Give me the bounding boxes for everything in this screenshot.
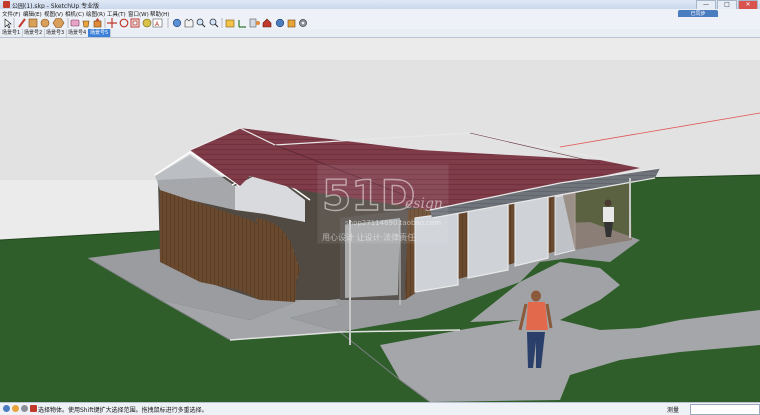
push-pull-icon[interactable]	[93, 18, 102, 28]
move-icon[interactable]	[107, 18, 117, 28]
share-component-icon[interactable]	[287, 19, 296, 28]
component-icon[interactable]	[225, 19, 235, 28]
measure-input[interactable]	[690, 404, 760, 415]
menu-bar: 文件(F) 编辑(E) 视图(V) 相机(C) 绘图(R) 工具(T) 窗口(W…	[0, 9, 760, 18]
help-icon[interactable]	[30, 405, 37, 412]
model-viewport[interactable]: 51D esign shop27114690.taobao.com 用心设计 让…	[0, 38, 760, 402]
watermark: 51D esign shop27114690.taobao.com 用心设计 让…	[317, 164, 449, 244]
orbit-icon[interactable]	[172, 18, 182, 28]
user-icon[interactable]	[21, 405, 28, 412]
geo-location-icon[interactable]	[3, 405, 10, 412]
eraser-icon[interactable]	[70, 19, 80, 27]
circle-icon[interactable]	[40, 18, 50, 28]
scene-tabs: 场景号1 场景号2 场景号3 场景号4 场景号5	[0, 29, 760, 38]
tab-scene-2[interactable]: 场景号2	[22, 29, 46, 37]
paint-bucket-icon[interactable]	[82, 20, 90, 28]
pencil-icon[interactable]	[18, 18, 26, 28]
extension-icon[interactable]	[275, 18, 285, 28]
polygon-icon[interactable]	[52, 18, 65, 28]
warehouse-icon[interactable]	[262, 18, 272, 28]
settings-gear-icon[interactable]	[299, 19, 307, 27]
watermark-text: 用心设计 让设计·法律责任	[322, 232, 415, 242]
tab-scene-5[interactable]: 场景号5	[88, 29, 112, 37]
pan-icon[interactable]	[184, 18, 194, 28]
section-plane-icon[interactable]	[249, 18, 260, 28]
zoom-icon[interactable]	[196, 18, 206, 28]
tape-measure-icon[interactable]	[142, 18, 152, 28]
credits-icon[interactable]	[12, 405, 19, 412]
sketchup-logo-icon	[3, 1, 10, 8]
watermark-shop: shop27114690.taobao.com	[345, 219, 441, 227]
rectangle-icon[interactable]	[28, 18, 38, 28]
text-icon[interactable]: A	[152, 18, 163, 28]
tab-scene-3[interactable]: 场景号3	[44, 29, 68, 37]
status-hint: 选择物体。使用Shift键扩大选择范围。拖拽鼠标进行多重选择。	[38, 407, 208, 414]
offset-icon[interactable]	[130, 18, 140, 28]
zoom-extents-icon[interactable]	[209, 18, 219, 28]
rotate-icon[interactable]	[119, 18, 129, 28]
status-bar: 选择物体。使用Shift键扩大选择范围。拖拽鼠标进行多重选择。 测量	[0, 402, 760, 415]
select-icon[interactable]	[4, 18, 12, 29]
watermark-logo: 51D	[322, 171, 415, 220]
axes-icon[interactable]	[238, 20, 246, 28]
tab-scene-4[interactable]: 场景号4	[66, 29, 90, 37]
tab-scene-1[interactable]: 场景号1	[0, 29, 24, 37]
measure-label: 测量	[667, 407, 680, 414]
watermark-logo-sub: esign	[405, 196, 443, 212]
